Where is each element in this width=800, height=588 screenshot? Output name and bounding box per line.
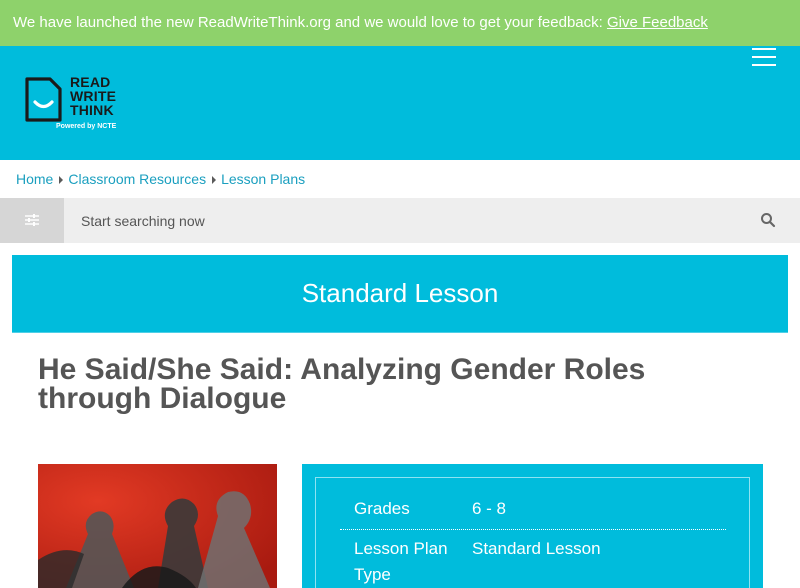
magnifier-icon[interactable] bbox=[760, 212, 776, 228]
page-title: He Said/She Said: Analyzing Gender Roles… bbox=[38, 353, 646, 415]
search-input[interactable] bbox=[66, 198, 736, 243]
lesson-type-banner: Standard Lesson bbox=[12, 255, 788, 333]
breadcrumb: Home Classroom Resources Lesson Plans bbox=[16, 171, 305, 187]
sliders-icon bbox=[25, 214, 39, 226]
logo-face-icon bbox=[25, 77, 62, 122]
info-value: 6 - 8 bbox=[472, 499, 507, 518]
breadcrumb-lesson-plans[interactable]: Lesson Plans bbox=[221, 171, 305, 187]
logo-tagline: Powered by NCTE bbox=[56, 123, 117, 130]
info-divider bbox=[340, 529, 726, 530]
readwritethink-logo[interactable]: READ WRITE THINK Powered by NCTE bbox=[24, 74, 128, 138]
filter-button[interactable] bbox=[0, 198, 64, 243]
logo-write: WRITE bbox=[70, 88, 117, 104]
breadcrumb-separator-icon bbox=[212, 176, 217, 185]
info-label: Grades bbox=[354, 499, 410, 518]
breadcrumb-classroom-resources[interactable]: Classroom Resources bbox=[68, 171, 206, 187]
feedback-banner: We have launched the new ReadWriteThink.… bbox=[0, 0, 800, 46]
hamburger-menu-icon[interactable] bbox=[752, 48, 778, 68]
breadcrumb-separator-icon bbox=[59, 176, 64, 185]
breadcrumb-home[interactable]: Home bbox=[16, 171, 53, 187]
lesson-info-box: Grades 6 - 8 Lesson Plan Type Standard L… bbox=[315, 477, 750, 588]
give-feedback-link[interactable]: Give Feedback bbox=[607, 14, 708, 31]
logo-read: READ bbox=[70, 74, 111, 90]
site-header: READ WRITE THINK Powered by NCTE bbox=[0, 46, 800, 160]
info-value: Standard Lesson bbox=[472, 539, 601, 558]
lesson-info-panel: Grades 6 - 8 Lesson Plan Type Standard L… bbox=[302, 464, 763, 588]
info-label: Lesson Plan Type bbox=[354, 539, 448, 584]
banner-text: We have launched the new ReadWriteThink.… bbox=[13, 14, 607, 31]
logo-think: THINK bbox=[70, 102, 114, 118]
search-bar bbox=[0, 198, 800, 243]
lesson-image bbox=[38, 464, 277, 588]
